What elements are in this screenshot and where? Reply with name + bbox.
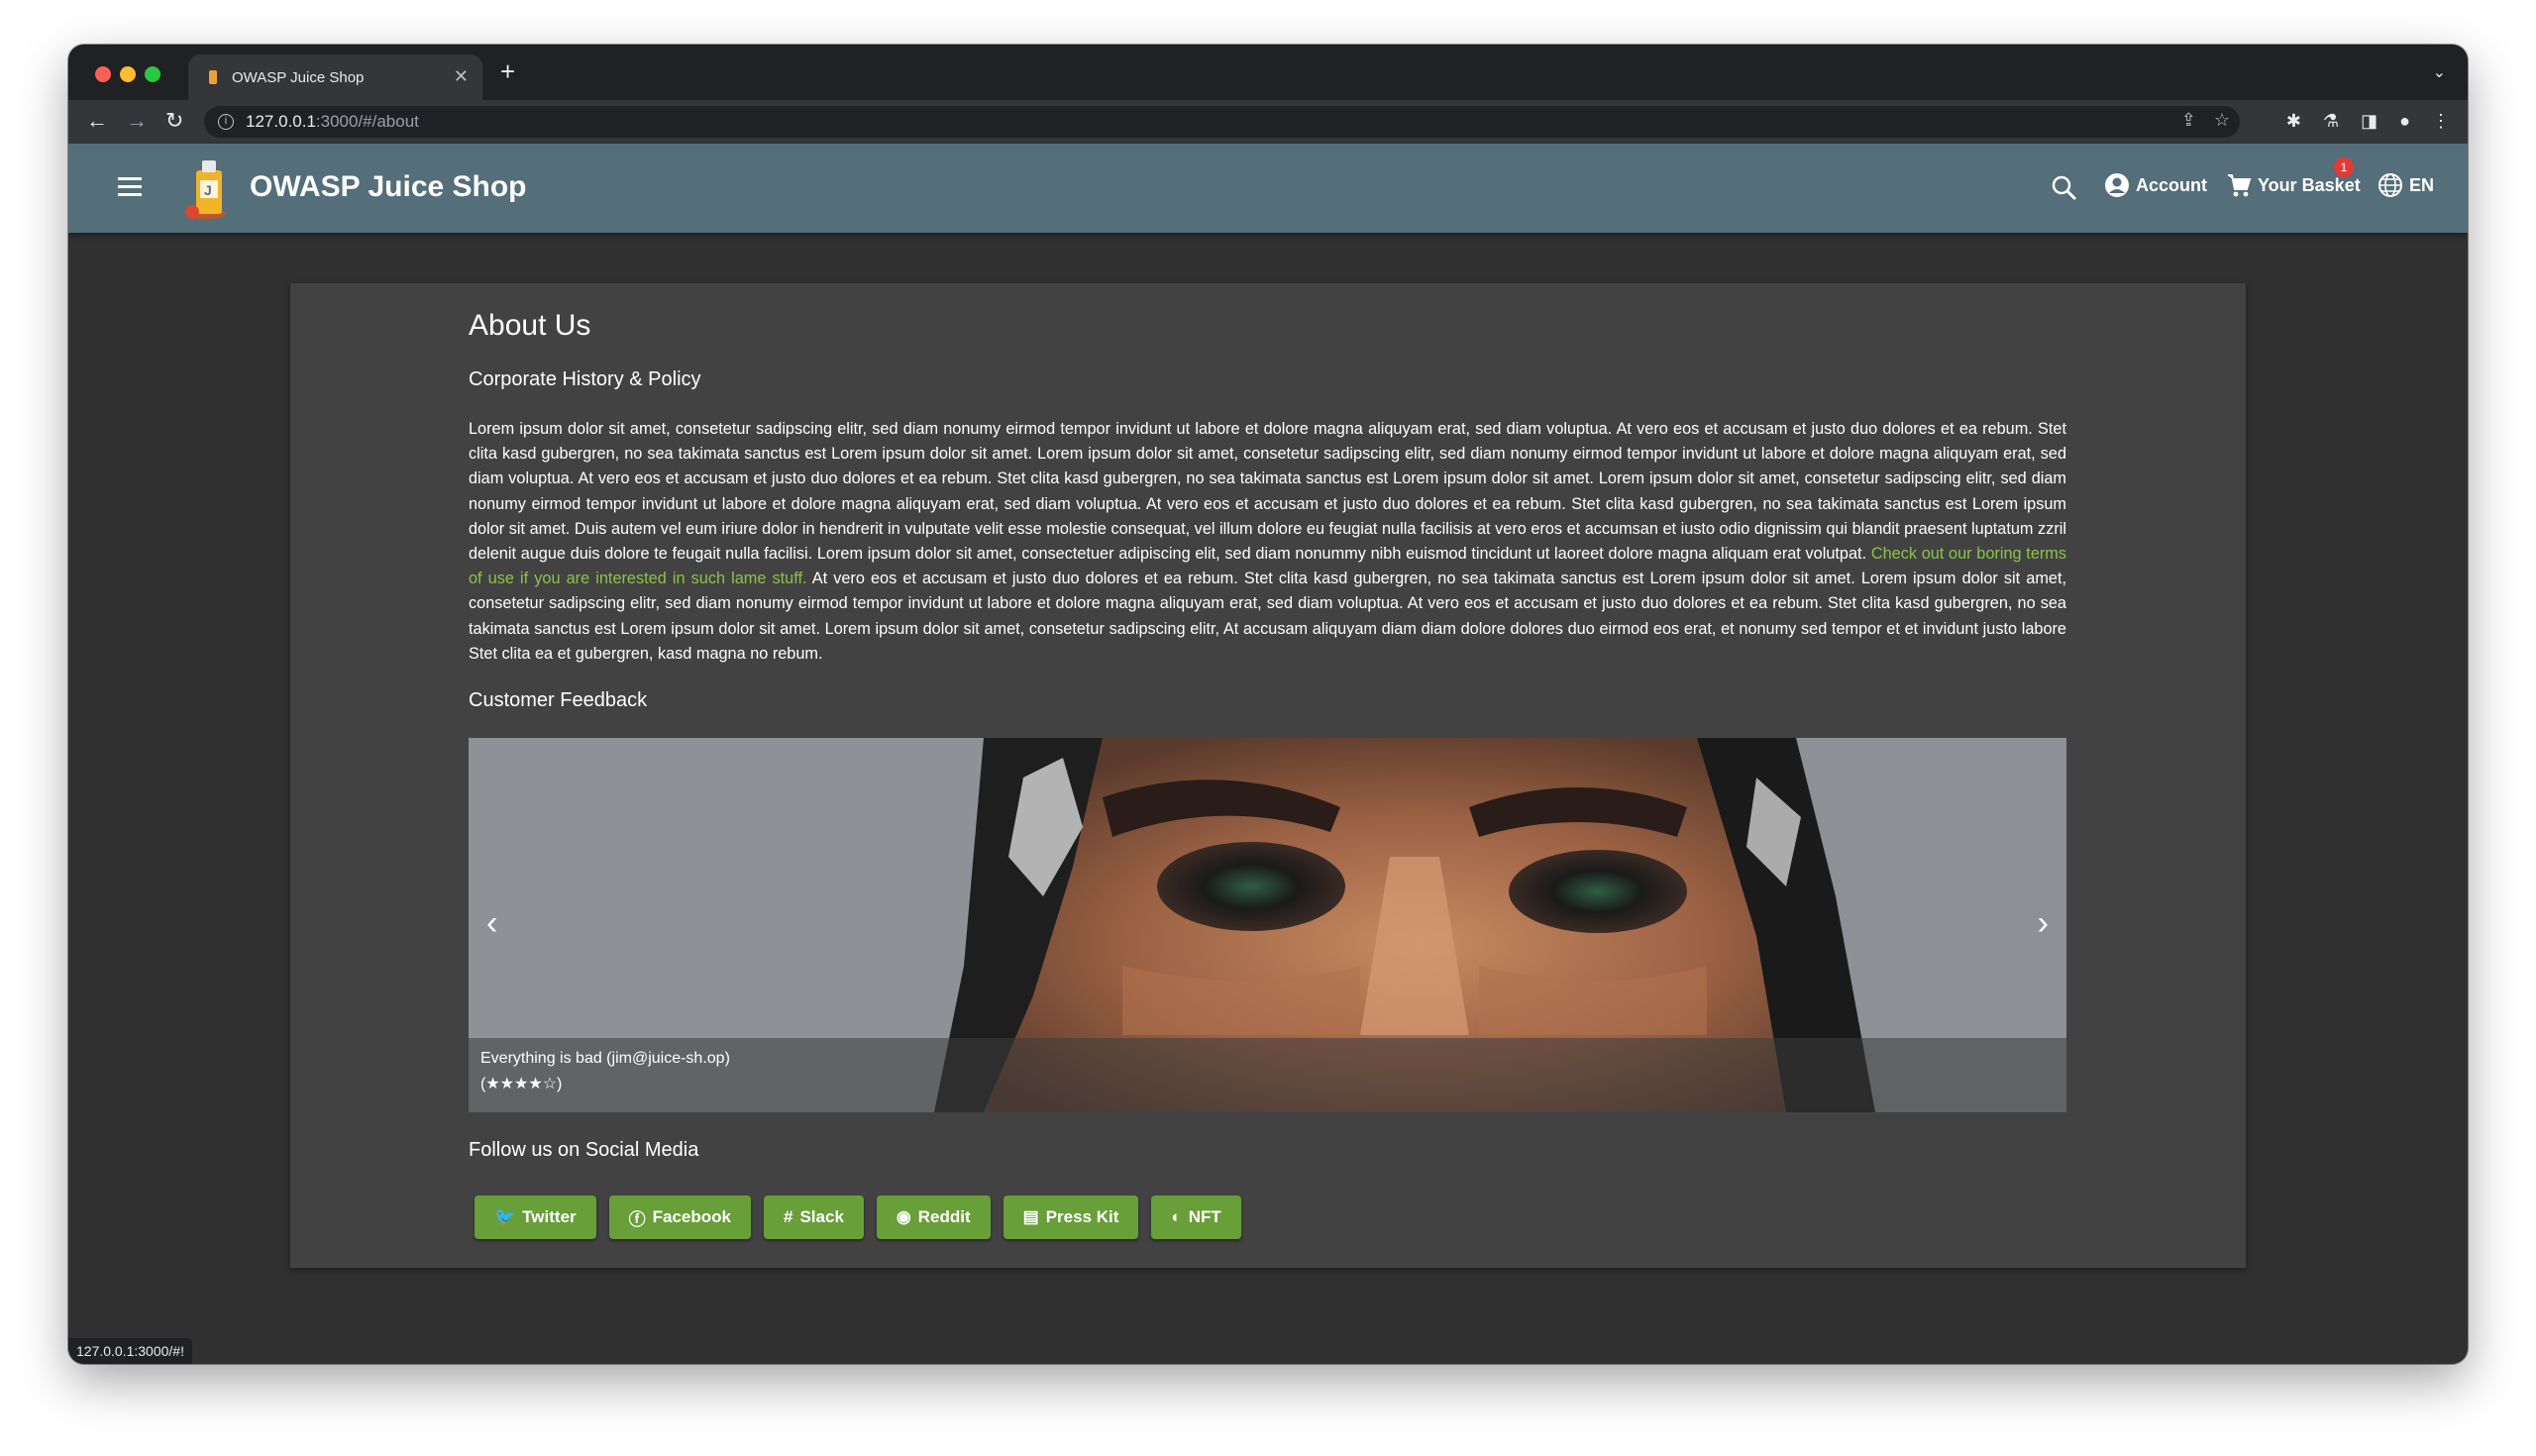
tab-search-chevron-icon[interactable]: ⌄	[2433, 62, 2446, 82]
about-card: About Us Corporate History & Policy Lore…	[290, 283, 2246, 1268]
account-circle-icon	[2105, 173, 2129, 197]
basket-label: Your Basket	[2258, 174, 2361, 195]
minimize-window-button[interactable]	[120, 66, 136, 82]
tab-strip: OWASP Juice Shop ✕ + ⌄	[68, 45, 2468, 100]
facebook-button[interactable]: ⓕ Facebook	[608, 1196, 751, 1239]
juice-shop-logo-icon[interactable]: J	[184, 156, 242, 220]
slack-label: Slack	[799, 1207, 844, 1226]
reddit-button[interactable]: ◉ Reddit	[876, 1196, 991, 1239]
press-kit-button[interactable]: ▤ Press Kit	[1003, 1196, 1139, 1239]
menu-hamburger-icon[interactable]	[118, 177, 142, 197]
profile-icon[interactable]: ●	[2399, 111, 2410, 132]
account-label: Account	[2136, 174, 2207, 195]
new-tab-icon[interactable]: +	[500, 58, 515, 84]
juice-favicon-icon	[206, 68, 220, 86]
history-heading: Corporate History & Policy	[469, 368, 701, 390]
account-button[interactable]: Account	[2104, 172, 2207, 198]
search-icon[interactable]	[2050, 173, 2079, 203]
twitter-icon: 🐦	[494, 1207, 516, 1226]
carousel-next-icon[interactable]: ›	[2038, 906, 2049, 940]
press-kit-label: Press Kit	[1045, 1207, 1119, 1226]
address-bar[interactable]: i 127.0.0.1:3000/#/about ⇪ ☆	[204, 106, 2240, 138]
page-title: About Us	[469, 309, 591, 342]
svg-text:J: J	[204, 182, 212, 198]
paragraph-start: Lorem ipsum dolor sit amet, consetetur s…	[469, 420, 2066, 564]
lab-flask-icon[interactable]: ⚗	[2323, 111, 2339, 132]
close-window-button[interactable]	[95, 66, 111, 82]
feedback-rating: (★★★★☆)	[480, 1076, 563, 1092]
facebook-label: Facebook	[652, 1207, 731, 1226]
kebab-menu-icon[interactable]: ⋮	[2432, 111, 2450, 132]
browser-tab[interactable]: OWASP Juice Shop ✕	[188, 54, 482, 100]
close-tab-icon[interactable]: ✕	[454, 66, 469, 87]
browser-window: OWASP Juice Shop ✕ + ⌄ ← → ↻ i 127.0.0.1…	[68, 45, 2468, 1364]
basket-count-badge: 1	[2334, 157, 2354, 177]
site-info-icon[interactable]: i	[218, 114, 234, 130]
browser-tab-title: OWASP Juice Shop	[232, 68, 365, 86]
bookmark-star-icon[interactable]: ☆	[2214, 110, 2230, 131]
shopping-cart-icon	[2228, 174, 2252, 197]
history-paragraph: Lorem ipsum dolor sit amet, consetetur s…	[469, 417, 2066, 667]
feedback-text: Everything is bad (jim@juice-sh.op)	[480, 1050, 730, 1067]
share-icon[interactable]: ⇪	[2181, 110, 2196, 131]
extensions-puzzle-icon[interactable]: ✱	[2286, 111, 2301, 132]
browser-toolbar: ← → ↻ i 127.0.0.1:3000/#/about ⇪ ☆ ✱ ⚗ ◨…	[68, 100, 2468, 144]
url-path: :3000/#/about	[315, 112, 419, 131]
social-buttons: 🐦 Twitter ⓕ Facebook # Slack ◉ Reddit ▤	[475, 1196, 1241, 1239]
globe-icon	[2378, 173, 2402, 197]
app-title[interactable]: OWASP Juice Shop	[250, 170, 527, 204]
reddit-icon: ◉	[896, 1207, 911, 1226]
feedback-caption: Everything is bad (jim@juice-sh.op) (★★★…	[469, 1038, 2066, 1112]
slack-icon: #	[784, 1207, 793, 1226]
social-heading: Follow us on Social Media	[469, 1139, 699, 1161]
feedback-carousel[interactable]: ‹ › Everything is bad (jim@juice-sh.op) …	[469, 738, 2066, 1112]
status-bar-url: 127.0.0.1:3000/#!	[68, 1338, 192, 1364]
twitter-button[interactable]: 🐦 Twitter	[475, 1196, 596, 1239]
language-button[interactable]: EN	[2378, 172, 2434, 198]
app-header: J OWASP Juice Shop Account Your Basket 1…	[68, 144, 2468, 233]
slack-button[interactable]: # Slack	[764, 1196, 864, 1239]
back-icon[interactable]: ←	[86, 109, 108, 133]
newspaper-icon: ▤	[1022, 1207, 1039, 1226]
reload-icon[interactable]: ↻	[165, 109, 183, 133]
url-host: 127.0.0.1	[246, 112, 316, 131]
nft-button[interactable]: ◐ NFT	[1151, 1196, 1241, 1239]
facebook-icon: ⓕ	[628, 1209, 646, 1229]
maximize-window-button[interactable]	[145, 66, 160, 82]
palette-icon: ◐	[1171, 1207, 1182, 1226]
language-label: EN	[2409, 174, 2435, 195]
carousel-prev-icon[interactable]: ‹	[486, 906, 497, 940]
side-panel-icon[interactable]: ◨	[2361, 111, 2378, 132]
nft-label: NFT	[1188, 1207, 1221, 1226]
forward-icon[interactable]: →	[126, 109, 148, 133]
reddit-label: Reddit	[917, 1207, 971, 1226]
twitter-label: Twitter	[522, 1207, 577, 1226]
feedback-heading: Customer Feedback	[469, 689, 648, 711]
